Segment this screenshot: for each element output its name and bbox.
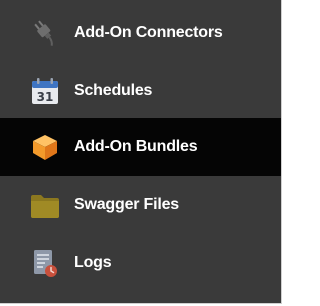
menu-item-label: Schedules — [74, 82, 153, 99]
calendar-day-text: 31 — [37, 90, 54, 104]
cube-icon — [28, 130, 62, 164]
menu-item-label: Add-On Connectors — [74, 24, 223, 41]
folder-icon — [28, 188, 62, 222]
menu-item-schedules[interactable]: 31 Schedules — [0, 62, 281, 120]
menu-item-label: Logs — [74, 254, 112, 271]
log-document-icon — [28, 246, 62, 280]
menu-item-swagger-files[interactable]: Swagger Files — [0, 176, 281, 234]
menu-item-add-on-bundles[interactable]: Add-On Bundles — [0, 118, 281, 176]
menu-item-add-on-connectors[interactable]: Add-On Connectors — [0, 4, 281, 62]
calendar-icon: 31 — [28, 74, 62, 108]
side-menu: Add-On Connectors 31 Schedules Add-On Bu… — [0, 0, 282, 304]
menu-item-label: Add-On Bundles — [74, 138, 198, 155]
plug-icon — [28, 16, 62, 50]
menu-item-label: Swagger Files — [74, 196, 179, 213]
menu-item-logs[interactable]: Logs — [0, 234, 281, 292]
